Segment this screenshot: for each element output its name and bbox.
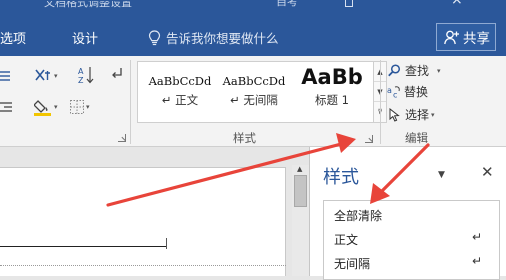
tab-design[interactable]: 设计 (72, 28, 98, 47)
align-button[interactable] (0, 100, 12, 114)
pane-close-icon[interactable]: ✕ (481, 163, 494, 181)
text-underline (0, 246, 166, 247)
document-page[interactable] (0, 167, 286, 276)
svg-text:Z: Z (78, 76, 84, 84)
document-area: ▲ (0, 147, 309, 276)
person-add-icon (444, 30, 459, 44)
ribbon-tabs: 选项 设计 告诉我你想要做什么 共享 (0, 18, 506, 56)
style-name: ↵ 无间隔 (230, 93, 278, 107)
bullet-list-icon (0, 71, 10, 81)
chevron-down-icon: ▾ (54, 72, 58, 80)
editing-group-label: 编辑 (405, 131, 428, 145)
tab-options[interactable]: 选项 (0, 28, 26, 47)
align-right-icon (0, 102, 12, 112)
tell-me-placeholder: 告诉我你想要做什么 (166, 31, 279, 46)
chevron-down-icon: ▾ (86, 103, 90, 111)
pane-title: 样式 (323, 167, 359, 188)
paragraph-mark-icon: ↵ (472, 254, 483, 268)
style-normal[interactable]: AaBbCcDd ↵ 正文 (143, 62, 217, 122)
svg-text:a: a (387, 86, 392, 95)
style-list: 全部清除 正文 ↵ 无间隔 ↵ (323, 200, 500, 280)
list-item-normal[interactable]: 正文 ↵ (324, 227, 499, 251)
style-name: ↵ 正文 (161, 93, 199, 107)
asian-layout-icon (35, 69, 50, 81)
borders-button[interactable]: ▾ (70, 100, 90, 114)
vertical-scrollbar[interactable]: ▲ (292, 165, 309, 276)
paint-bucket-icon (34, 100, 51, 116)
search-icon (388, 64, 401, 77)
replace-label: 替换 (404, 85, 429, 99)
styles-dialog-launcher-icon[interactable] (365, 135, 373, 143)
replace-icon: a c (387, 86, 400, 99)
paragraph-dialog-launcher-icon[interactable] (118, 134, 126, 142)
sort-az-icon: A Z (78, 67, 94, 84)
list-item-label: 全部清除 (334, 209, 383, 223)
chevron-down-icon: ▾ (54, 103, 58, 111)
styles-gallery: AaBbCcDd ↵ 正文 AaBbCcDd ↵ 无间隔 AaBb 标题 1 (137, 61, 374, 123)
style-name: 标题 1 (315, 93, 349, 107)
list-item-label: 无间隔 (334, 257, 371, 271)
styles-group-label: 样式 (233, 131, 256, 145)
paragraph-mark-icon: ↵ (472, 230, 483, 244)
styles-pane: 样式 ▼ ✕ 全部清除 正文 ↵ 无间隔 ↵ (309, 147, 506, 280)
svg-text:c: c (393, 91, 397, 99)
style-preview: AaBbCcDd (222, 74, 286, 88)
tell-me-box[interactable]: 告诉我你想要做什么 (148, 28, 279, 47)
select-label: 选择 (405, 108, 430, 122)
return-arrow-icon (112, 68, 122, 78)
share-button[interactable]: 共享 (436, 23, 496, 51)
restore-icon[interactable] (345, 0, 353, 7)
svg-text:A: A (78, 67, 84, 76)
chevron-down-icon: ▾ (431, 110, 435, 119)
share-label: 共享 (463, 31, 490, 47)
find-label: 查找 (405, 64, 430, 78)
show-marks-button[interactable] (110, 67, 124, 81)
list-button[interactable] (0, 69, 10, 83)
text-cursor (166, 238, 167, 249)
list-item-label: 正文 (334, 233, 359, 247)
window-title: 文档格式调整设置 (44, 1, 132, 9)
window-close-icon[interactable]: × (451, 0, 463, 8)
style-no-spacing[interactable]: AaBbCcDd ↵ 无间隔 (217, 62, 291, 122)
group-divider (130, 60, 131, 144)
sort-button[interactable]: A Z (78, 66, 94, 84)
shading-button[interactable]: ▾ (34, 98, 58, 116)
borders-icon (70, 100, 84, 114)
style-heading-1[interactable]: AaBb 标题 1 (291, 62, 373, 122)
list-item-no-spacing[interactable]: 无间隔 ↵ (324, 251, 499, 275)
ribbon: ▾ A Z ▾ ▾ AaBbCcDd ↵ 正文 AaBbCcDd ↵ 无间隔 A… (0, 56, 506, 147)
find-button[interactable]: 查找 ▾ (388, 62, 441, 79)
account-name[interactable]: 自考 (276, 0, 306, 9)
title-bar: 文档格式调整设置 自考 × (0, 0, 506, 18)
lightbulb-icon (148, 29, 161, 45)
group-divider (380, 60, 381, 144)
style-preview: AaBb (301, 65, 363, 89)
chevron-down-icon: ▾ (437, 66, 441, 75)
style-preview: AaBbCcDd (148, 74, 212, 88)
scroll-up-icon[interactable]: ▲ (297, 165, 302, 173)
page-boundary (0, 265, 286, 266)
asian-layout-button[interactable]: ▾ (34, 68, 58, 84)
pane-options-icon[interactable]: ▼ (438, 170, 445, 180)
replace-button[interactable]: a c 替换 (387, 83, 428, 100)
cursor-arrow-icon (389, 107, 400, 122)
list-item-clear-all[interactable]: 全部清除 (324, 203, 499, 227)
scrollbar-thumb[interactable] (294, 175, 307, 207)
select-button[interactable]: 选择 ▾ (389, 106, 435, 123)
